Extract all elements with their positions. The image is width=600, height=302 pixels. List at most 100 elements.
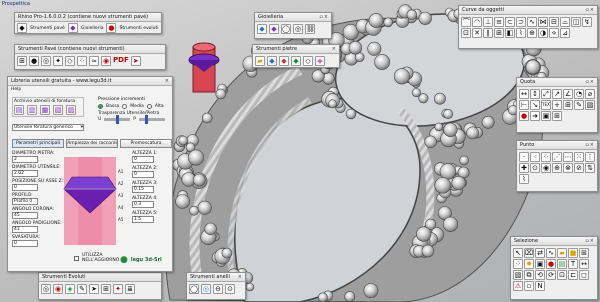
- dim-vertical-icon[interactable]: ↕: [530, 89, 540, 99]
- posizione-asse-z-field[interactable]: 0: [12, 184, 38, 191]
- altezza-3-field[interactable]: 0.15: [132, 186, 154, 193]
- select-all-icon[interactable]: ↖: [513, 248, 523, 258]
- curve-icon-20[interactable]: ◑: [538, 28, 548, 38]
- chain-icon[interactable]: ⛓: [305, 24, 315, 34]
- library-panel[interactable]: Libreria utensili gratuita - www.legu3d.…: [7, 76, 173, 272]
- selezione-panel[interactable]: Selezione ▫× ↖ ⌧ ⇄ ∿ ▰ ■ ⊞ ⁘ ✸ ▣ ● ▤ T ↔…: [510, 236, 598, 300]
- dim-leader-icon[interactable]: ↘: [530, 100, 540, 110]
- dim-rotated-icon[interactable]: ↗: [552, 89, 562, 99]
- evoluti-icon[interactable]: ●: [106, 23, 117, 33]
- curve-icon-8[interactable]: ⋈: [538, 17, 548, 27]
- utilizza-checkbox[interactable]: [74, 255, 79, 261]
- point-cloud-icon[interactable]: ⁙: [574, 152, 584, 162]
- curve-icon-21[interactable]: ⟡: [549, 28, 559, 38]
- point-drape-icon[interactable]: ⌇: [519, 174, 529, 184]
- arrow-red-icon[interactable]: ➤: [130, 56, 141, 66]
- select-bad-icon[interactable]: ⚠: [513, 281, 523, 291]
- strumenti-evoluti-button[interactable]: Strumenti evoluti: [119, 26, 158, 31]
- folder-icon[interactable]: ▰: [255, 56, 265, 66]
- curve-icon-4[interactable]: ≡: [494, 17, 504, 27]
- select-solids-icon[interactable]: ■: [568, 248, 578, 258]
- pave-ring-icon[interactable]: ◎: [41, 56, 51, 66]
- select-points-icon[interactable]: ⁘: [513, 259, 523, 269]
- point-end-icon[interactable]: ⊙: [530, 163, 540, 173]
- quota-panel[interactable]: Quota ▫× ↔ ↕ ⤢ ↗ ∠ ◔ ⌀ ⊢ ↘ TEXT + ⊞ ✎ ▧ …: [516, 77, 598, 133]
- evoluti-icon-5[interactable]: ➤: [89, 284, 99, 294]
- point-sort-icon[interactable]: ⇅: [585, 163, 595, 173]
- evoluti-icon-1[interactable]: ◎: [41, 284, 51, 294]
- ring-band-icon[interactable]: ◯: [189, 284, 199, 294]
- library-title[interactable]: Libreria utensili gratuita - www.legu3d.…: [8, 77, 172, 86]
- pave-array-icon[interactable]: ⁘: [77, 56, 87, 66]
- tab-premescatura[interactable]: Premescatura: [120, 139, 172, 148]
- slider-u[interactable]: [104, 115, 131, 124]
- curve-icon-5[interactable]: ⊂: [505, 17, 515, 27]
- curve-icon-17[interactable]: ◧: [505, 28, 515, 38]
- pave-grid-icon[interactable]: ⊞: [17, 56, 27, 66]
- dim-angle-icon[interactable]: ∠: [563, 89, 573, 99]
- curve-title[interactable]: Curve da oggetti ▫×: [459, 6, 597, 15]
- altezza-2-field[interactable]: 0: [132, 171, 154, 178]
- strumenti-anelli-title[interactable]: Strumenti anelli ×: [187, 273, 245, 282]
- curve-icon-12[interactable]: ↯: [582, 17, 592, 27]
- ring-shank-icon[interactable]: ⊙: [225, 284, 235, 294]
- point-mid-icon[interactable]: ⊕: [552, 163, 562, 173]
- strumenti-pietre-panel[interactable]: Strumenti pietre × ▰ ◆ ◆ ◆ ◇ ◆: [252, 44, 340, 68]
- curve-icon-15[interactable]: ∥: [483, 28, 493, 38]
- strumenti-pave-button[interactable]: Strumenti pavé: [30, 26, 65, 31]
- strumenti-pietre-title[interactable]: Strumenti pietre ×: [253, 45, 339, 54]
- pave-flow-icon[interactable]: ≈: [89, 56, 99, 66]
- ring-icon[interactable]: ◯: [281, 24, 291, 34]
- gioielleria-button[interactable]: Gioielleria: [81, 26, 104, 31]
- new-file-icon[interactable]: ▤: [14, 105, 24, 115]
- delete-icon[interactable]: ▨: [66, 105, 76, 115]
- curve-icon-6[interactable]: ⊃: [516, 17, 526, 27]
- save-icon[interactable]: ▥: [27, 105, 37, 115]
- select-curves-icon[interactable]: ∿: [546, 248, 556, 258]
- select-color-icon[interactable]: ●: [546, 259, 556, 269]
- stone-red-icon[interactable]: ◆: [279, 56, 289, 66]
- text-icon[interactable]: TEXT: [541, 100, 551, 110]
- dim-hatch-icon[interactable]: ▧: [585, 100, 595, 110]
- curve-icon-13[interactable]: ⊡: [461, 28, 471, 38]
- tab-parametri-principali[interactable]: Parametri principali: [12, 139, 64, 148]
- point-center-icon[interactable]: ◉: [541, 163, 551, 173]
- altezza-5-field[interactable]: 1.5: [132, 216, 154, 223]
- strumenti-pave-panel[interactable]: Strumenti Pavé (contiene nuovi strumenti…: [14, 44, 166, 70]
- ring-size-icon[interactable]: ⊖: [213, 284, 223, 294]
- gioielleria-title[interactable]: Gioielleria ▫×: [255, 13, 331, 22]
- select-open-icon[interactable]: ⊏: [568, 270, 578, 280]
- point-curve-icon[interactable]: ⋰: [552, 152, 562, 162]
- curve-icon-22[interactable]: ⊿: [560, 28, 570, 38]
- gem-blue-icon[interactable]: ◆: [257, 24, 267, 34]
- tab-ampiezza-raccordi[interactable]: Ampiezza dei raccordi: [66, 139, 118, 148]
- curve-icon-18[interactable]: ⌇: [516, 28, 526, 38]
- evoluti-icon-4[interactable]: ✎: [77, 284, 87, 294]
- stone-green-icon[interactable]: ◆: [291, 56, 301, 66]
- select-group-icon[interactable]: ⧉: [524, 270, 534, 280]
- curve-icon-11[interactable]: ◫: [571, 17, 581, 27]
- stone-blue-icon[interactable]: ◆: [267, 56, 277, 66]
- dim-aligned-icon[interactable]: ⤢: [541, 89, 551, 99]
- selezione-title[interactable]: Selezione ▫×: [511, 237, 597, 246]
- point-mark-icon[interactable]: ✚: [519, 163, 529, 173]
- evoluti-icon-6[interactable]: ⊞: [101, 284, 111, 294]
- svasatura-field[interactable]: 0: [12, 240, 38, 247]
- radio-media[interactable]: [122, 104, 128, 109]
- curve-icon-16[interactable]: ⊞: [494, 28, 504, 38]
- curve-icon-9[interactable]: ⊟: [549, 17, 559, 27]
- pave-cut-icon[interactable]: ◇: [65, 56, 75, 66]
- punto-panel[interactable]: Punto ▫× · ⁖ ⁘ ⋰ ⋯ ⁙ ⋮ ✚ ⊙ ◉ ⊕ ⊗ ⊘ ⇅ ⌇: [516, 140, 598, 192]
- window-controls-icon[interactable]: ▫×: [585, 6, 595, 15]
- dim-radius-icon[interactable]: ◔: [574, 89, 584, 99]
- point-closest-icon[interactable]: ⊗: [563, 163, 573, 173]
- strumenti-pave-title[interactable]: Strumenti Pavé (contiene nuovi strumenti…: [15, 45, 165, 54]
- select-surfaces-icon[interactable]: ▰: [557, 248, 567, 258]
- select-none-icon[interactable]: ⌧: [524, 248, 534, 258]
- evoluti-icon-7[interactable]: ✦: [113, 284, 123, 294]
- strumenti-evoluti-panel[interactable]: Strumenti Evoluti ◎ ◉ ◈ ✎ ➤ ⊞ ✦ ≣: [38, 272, 162, 300]
- close-icon[interactable]: ×: [165, 77, 170, 86]
- diametro-utensile-field[interactable]: 2.02: [12, 170, 38, 177]
- quota-title[interactable]: Quota ▫×: [517, 78, 597, 87]
- dim-grid-icon[interactable]: ⊞: [552, 111, 562, 121]
